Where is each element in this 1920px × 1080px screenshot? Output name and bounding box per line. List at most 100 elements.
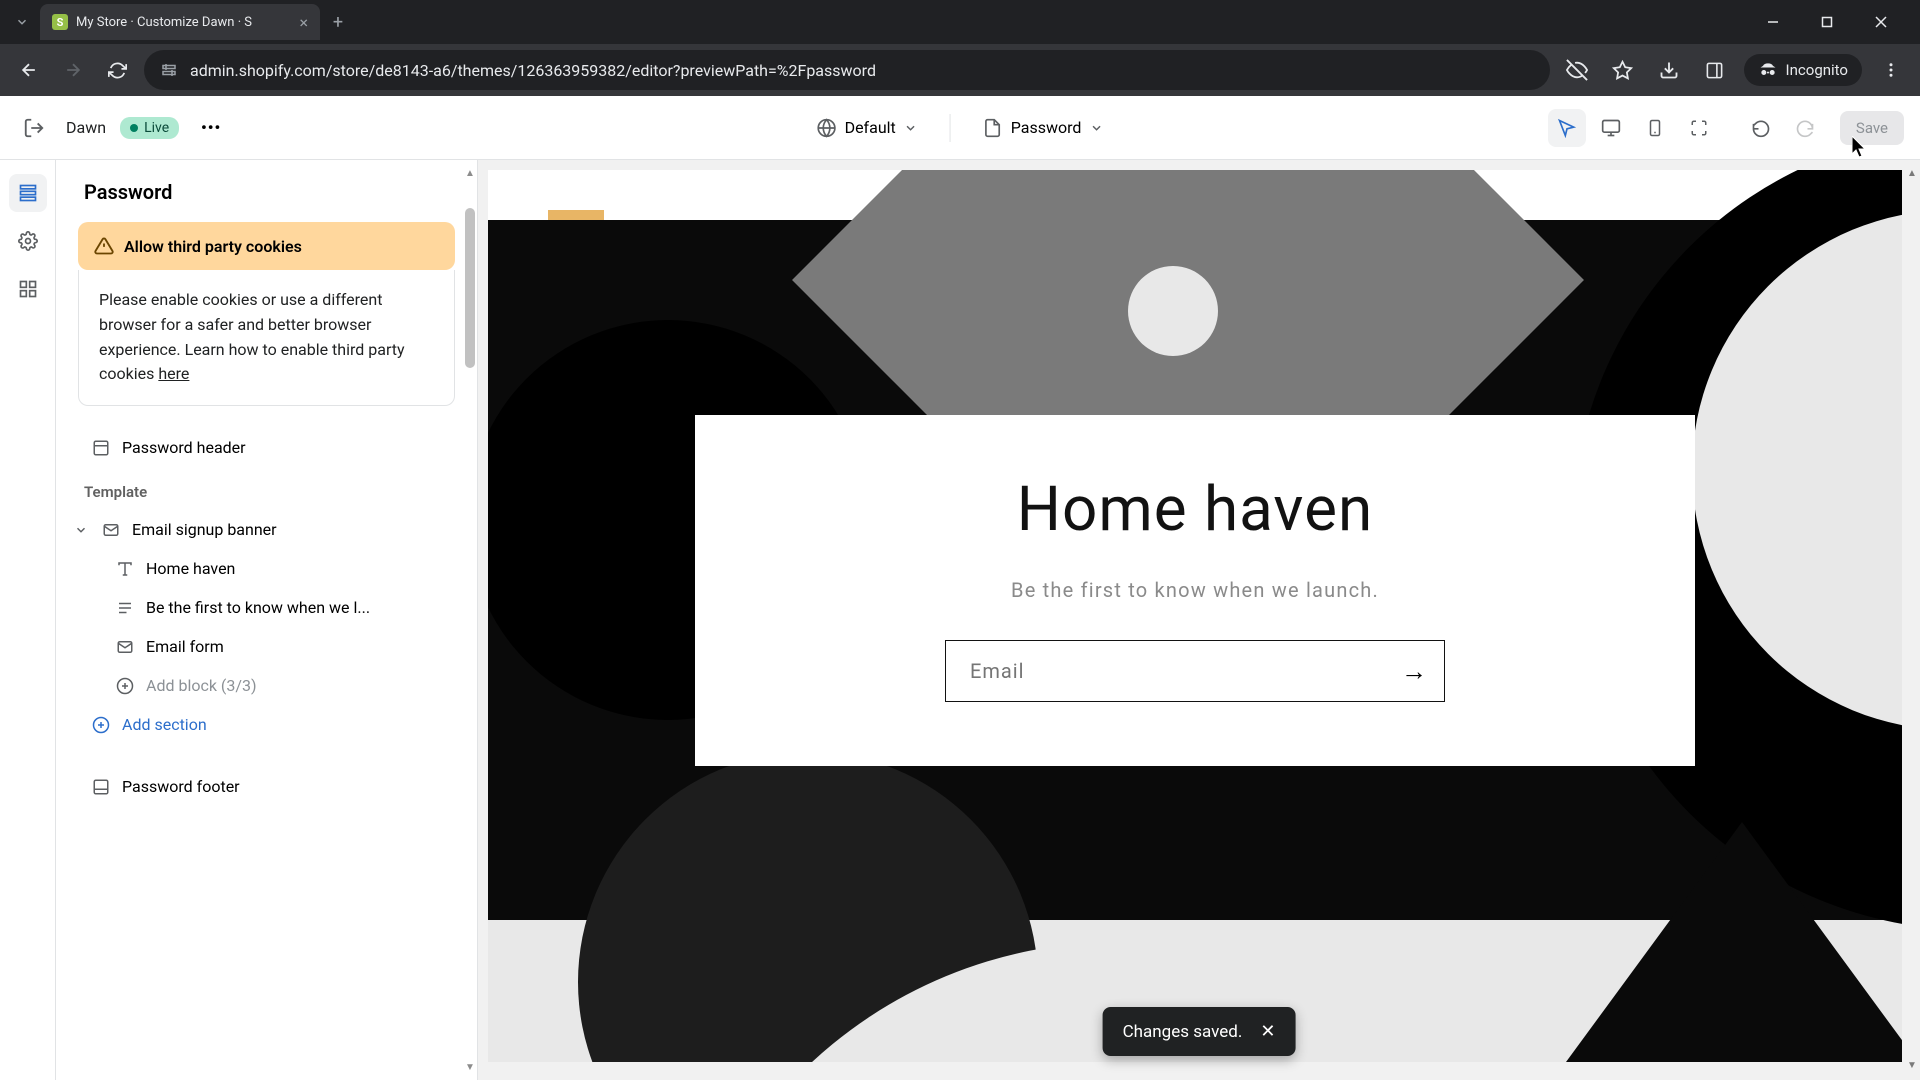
theme-settings-rail-button[interactable] (9, 222, 47, 260)
section-label: Password header (122, 438, 246, 457)
warning-icon (94, 236, 114, 256)
divider (950, 114, 951, 142)
card-subtext: Be the first to know when we launch. (735, 578, 1655, 602)
globe-icon (817, 118, 837, 138)
scroll-down-icon[interactable]: ▼ (1906, 1060, 1918, 1072)
redo-button[interactable] (1786, 109, 1824, 147)
browser-tab[interactable]: S My Store · Customize Dawn · S × (40, 4, 320, 40)
plus-circle-icon (92, 716, 112, 734)
close-window-button[interactable] (1858, 6, 1904, 38)
template-dropdown[interactable]: Default (805, 112, 930, 144)
desktop-view-button[interactable] (1592, 109, 1630, 147)
email-form-block[interactable]: Email form (92, 628, 469, 665)
mobile-view-button[interactable] (1636, 109, 1674, 147)
eye-blocked-icon[interactable] (1560, 53, 1594, 87)
incognito-label: Incognito (1786, 61, 1848, 79)
undo-button[interactable] (1742, 109, 1780, 147)
minimize-button[interactable] (1750, 6, 1796, 38)
reload-button[interactable] (100, 53, 134, 87)
address-bar[interactable]: admin.shopify.com/store/de8143-a6/themes… (144, 50, 1550, 90)
incognito-badge[interactable]: Incognito (1744, 54, 1862, 86)
inspector-mode-button[interactable] (1548, 109, 1586, 147)
incognito-icon (1758, 60, 1778, 80)
background-shape (1522, 822, 1902, 1062)
fullscreen-view-button[interactable] (1680, 109, 1718, 147)
theme-name: Dawn (66, 118, 106, 137)
chevron-down-icon (1089, 121, 1103, 135)
page-dropdown-label: Password (1011, 118, 1082, 137)
add-block-label: Add block (3/3) (146, 676, 257, 695)
footer-section-icon (92, 778, 110, 796)
url-text: admin.shopify.com/store/de8143-a6/themes… (190, 61, 1534, 80)
decorative-accent (548, 210, 604, 220)
section-label: Password footer (122, 777, 240, 796)
page-dropdown[interactable]: Password (971, 112, 1116, 144)
preview-scrollbar[interactable]: ▲ ▼ (1906, 168, 1918, 1072)
sections-sidebar: Password Allow third party cookies Pleas… (56, 160, 478, 1080)
scroll-up-icon[interactable]: ▲ (1906, 168, 1918, 180)
submit-button[interactable]: → (1384, 641, 1444, 701)
cookies-info-card: Please enable cookies or use a different… (78, 270, 455, 406)
sections-rail-button[interactable] (9, 174, 47, 212)
add-section-button[interactable]: Add section (64, 706, 469, 743)
toast-notification: Changes saved. ✕ (1103, 1007, 1296, 1056)
site-settings-icon[interactable] (160, 61, 178, 79)
section-icon (102, 521, 122, 539)
tab-close-icon[interactable]: × (299, 13, 308, 32)
side-panel-icon[interactable] (1698, 53, 1732, 87)
more-actions-button[interactable]: ••• (193, 110, 229, 146)
back-button[interactable] (12, 53, 46, 87)
add-block-button: Add block (3/3) (92, 667, 469, 704)
chevron-down-icon (904, 121, 918, 135)
theme-preview: Home haven Be the first to know when we … (478, 160, 1920, 1080)
block-label: Home haven (146, 559, 235, 578)
add-section-label: Add section (122, 715, 207, 734)
info-text: Please enable cookies or use a different… (99, 290, 405, 383)
card-heading: Home haven (735, 473, 1655, 546)
forward-button[interactable] (56, 53, 90, 87)
section-label: Email signup banner (132, 520, 277, 539)
email-signup-section[interactable]: Email signup banner (64, 511, 469, 548)
toast-message: Changes saved. (1123, 1022, 1243, 1042)
password-footer-section[interactable]: Password footer (64, 767, 469, 806)
apps-rail-button[interactable] (9, 270, 47, 308)
downloads-icon[interactable] (1652, 53, 1686, 87)
scrollbar-thumb[interactable] (465, 208, 475, 368)
cookies-warning-banner[interactable]: Allow third party cookies (78, 222, 455, 270)
editor-header: Dawn Live ••• Default Password Sa (0, 96, 1920, 160)
sidebar-title: Password (56, 178, 477, 222)
save-button[interactable]: Save (1840, 111, 1904, 145)
tab-title: My Store · Customize Dawn · S (76, 15, 252, 30)
exit-editor-button[interactable] (16, 110, 52, 146)
warning-text: Allow third party cookies (124, 237, 302, 256)
browser-menu-icon[interactable] (1874, 53, 1908, 87)
plus-circle-icon (116, 677, 136, 695)
heading-block[interactable]: Home haven (92, 550, 469, 587)
block-label: Be the first to know when we l... (146, 598, 370, 617)
arrow-right-icon: → (1401, 656, 1427, 687)
block-label: Email form (146, 637, 224, 656)
shopify-favicon-icon: S (52, 14, 68, 30)
scroll-up-icon[interactable]: ▲ (465, 168, 475, 178)
maximize-button[interactable] (1804, 6, 1850, 38)
text-block[interactable]: Be the first to know when we l... (92, 589, 469, 626)
background-shape (1128, 266, 1218, 356)
new-tab-button[interactable]: + (324, 8, 352, 36)
scroll-down-icon[interactable]: ▼ (465, 1062, 475, 1072)
live-badge: Live (120, 117, 179, 139)
tab-search-dropdown[interactable] (8, 8, 36, 36)
email-input[interactable] (946, 659, 1384, 683)
cookies-here-link[interactable]: here (158, 364, 189, 383)
header-section-icon (92, 439, 110, 457)
page-icon (983, 118, 1003, 138)
toast-close-button[interactable]: ✕ (1260, 1021, 1275, 1042)
password-header-section[interactable]: Password header (64, 428, 469, 467)
bookmark-star-icon[interactable] (1606, 53, 1640, 87)
form-icon (116, 638, 136, 656)
paragraph-icon (116, 599, 136, 617)
template-group-label: Template (56, 469, 477, 509)
text-icon (116, 560, 136, 578)
chevron-down-icon[interactable] (74, 523, 92, 537)
email-form: → (945, 640, 1445, 702)
sidebar-scrollbar[interactable]: ▲ ▼ (465, 168, 475, 1072)
